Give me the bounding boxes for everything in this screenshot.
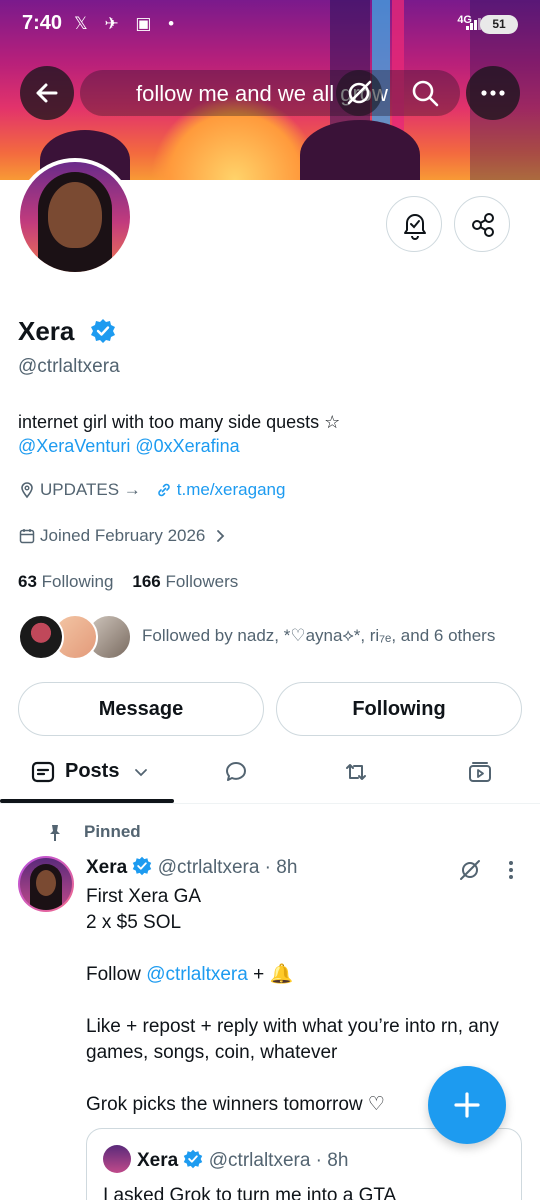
posts-icon [31, 761, 55, 783]
signal-icon [466, 18, 481, 30]
verified-badge-icon [91, 319, 115, 343]
profile-joined-row[interactable]: Joined February 2026 [18, 526, 229, 546]
pin-icon [50, 825, 60, 841]
post-spacer [86, 936, 526, 962]
bio-mention-link[interactable]: @0xXerafina [135, 436, 239, 456]
post-header: Xera @ctrlaltxera · 8h [86, 856, 297, 879]
post-text-line: First Xera GA [86, 886, 202, 907]
tab-media[interactable] [448, 746, 512, 802]
grok-icon[interactable] [456, 856, 484, 884]
post-text-line: 2 x $5 SOL [86, 912, 182, 933]
profile-actions [386, 196, 512, 252]
link-icon [158, 483, 170, 497]
followed-by-row[interactable]: Followed by nadz, *♡ayna⟡*, ri₇ₑ, and 6 … [18, 614, 528, 662]
post-mention-link[interactable]: @ctrlaltxera [146, 964, 248, 985]
post-follow-suffix: + 🔔 [247, 964, 294, 985]
media-icon [469, 762, 491, 782]
battery-indicator: 51 [480, 15, 518, 34]
repost-icon [346, 764, 366, 780]
chevron-right-icon [217, 530, 225, 542]
post-text-line: Like + repost + reply with what you’re i… [86, 1016, 499, 1063]
profile-location: UPDATES → [40, 480, 141, 499]
post-follow-prefix: Follow [86, 964, 147, 985]
tab-replies[interactable] [204, 746, 268, 802]
arrow-left-icon [36, 83, 58, 103]
avatar-image [20, 858, 72, 910]
verified-badge-icon [184, 1149, 203, 1169]
profile-tabs: Posts [0, 746, 540, 804]
calendar-icon [19, 529, 35, 544]
quoted-author-avatar [103, 1145, 131, 1173]
following-label: Following [41, 572, 114, 591]
reply-bubble-icon [226, 762, 246, 781]
following-link[interactable]: 63 Following [18, 572, 113, 591]
followers-label: Followers [165, 572, 239, 591]
pinned-label: Pinned [84, 822, 141, 841]
nav-title: follow me and we all grow [136, 81, 388, 106]
status-time: 7:40 [22, 12, 63, 34]
grok-button[interactable] [336, 70, 382, 116]
quoted-author-name: Xera [137, 1150, 179, 1171]
back-button[interactable] [20, 66, 74, 120]
avatar-image [20, 162, 130, 272]
profile-website-link[interactable]: t.me/xeragang [177, 480, 286, 500]
post-handle-time: @ctrlaltxera · 8h [157, 857, 298, 878]
grok-icon [347, 80, 372, 105]
top-nav: follow me and we all grow [20, 66, 520, 120]
post-spacer [86, 988, 526, 1014]
followers-count: 166 [132, 572, 161, 591]
profile-handle: @ctrlaltxera [18, 356, 120, 377]
tab-reposts[interactable] [324, 746, 388, 802]
search-icon [412, 80, 439, 107]
avatar-face [36, 870, 56, 896]
post-author-name[interactable]: Xera [86, 857, 127, 878]
following-count: 63 [18, 572, 37, 591]
post-more-icon[interactable] [504, 856, 518, 884]
bio-text: internet girl with too many side quests … [18, 412, 341, 432]
more-icon [481, 90, 505, 96]
quoted-handle-time: @ctrlaltxera · 8h [208, 1150, 349, 1171]
notifications-button[interactable] [386, 196, 442, 252]
tab-active-indicator [0, 799, 174, 803]
location-pin-icon [21, 482, 33, 499]
message-button[interactable]: Message [18, 682, 264, 736]
chevron-down-icon [135, 769, 147, 777]
status-bar: 7:40 𝕏 ✈ ▣ • 4G 51 [0, 0, 540, 50]
avatar-face [48, 182, 102, 248]
followers-link[interactable]: 166 Followers [132, 572, 238, 591]
followed-by-text: Followed by nadz, *♡ayna⟡*, ri₇ₑ, and 6 … [142, 626, 496, 645]
following-button[interactable]: Following [276, 682, 522, 736]
quoted-text: I asked Grok to turn me into a GTA [103, 1185, 397, 1200]
bell-check-icon [404, 214, 426, 240]
follower-avatar [18, 614, 64, 660]
quoted-header: Xera @ctrlaltxera · 8h [137, 1149, 348, 1172]
follow-counts: 63 Following 166 Followers [18, 572, 238, 592]
notification-icons: 𝕏 ✈ ▣ • [74, 14, 181, 33]
post-author-avatar[interactable] [18, 856, 74, 912]
bio-mention-link[interactable]: @XeraVenturi [18, 436, 130, 456]
tab-posts[interactable]: Posts [0, 746, 174, 802]
search-button[interactable] [402, 70, 448, 116]
profile-joined-date: Joined February 2026 [40, 526, 206, 545]
share-button[interactable] [454, 196, 510, 252]
plus-icon [454, 1092, 480, 1118]
verified-badge-icon [133, 856, 152, 876]
compose-button[interactable] [428, 1066, 506, 1144]
profile-avatar[interactable] [16, 158, 134, 276]
tab-posts-label: Posts [65, 760, 120, 782]
profile-bio: internet girl with too many side quests … [18, 410, 518, 458]
more-options-button[interactable] [466, 66, 520, 120]
post-text-line: Follow @ctrlaltxera + 🔔 [86, 962, 526, 988]
profile-name: Xera [18, 316, 75, 346]
share-icon [472, 213, 494, 237]
profile-location-row: UPDATES → t.me/xeragang [18, 480, 285, 500]
